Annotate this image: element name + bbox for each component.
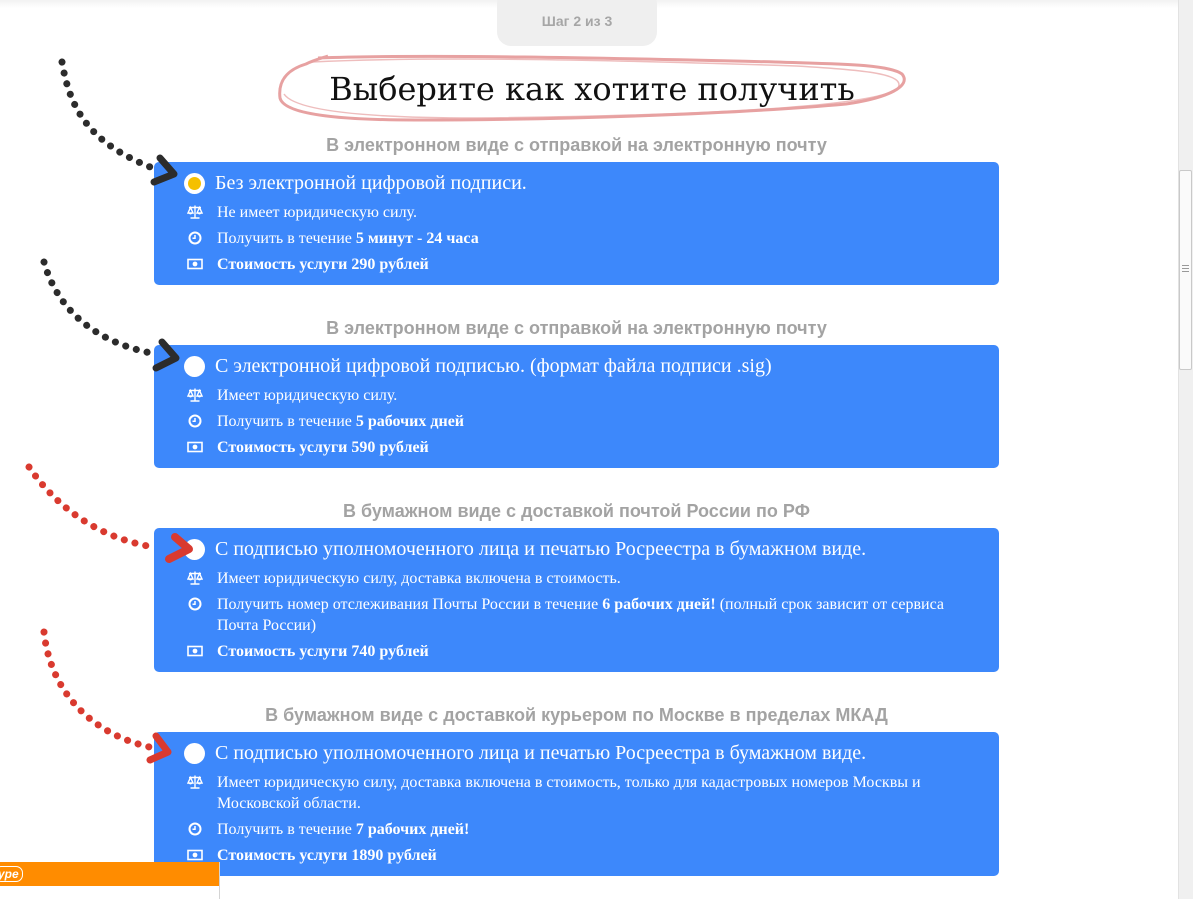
option-header: С электронной цифровой подписью. (формат… — [184, 355, 772, 378]
option-card-email-no-signature[interactable]: Без электронной цифровой подписи. Не име… — [154, 162, 999, 285]
section-heading-paper-post: В бумажном виде с доставкой почтой Росси… — [343, 501, 810, 521]
legal-text: Имеет юридическую силу. — [217, 387, 398, 404]
term-row: Получить в течение 5 рабочих дней — [187, 411, 977, 432]
scrollbar-thumb[interactable] — [1179, 170, 1192, 370]
legal-text: Имеет юридическую силу, доставка включен… — [217, 570, 621, 587]
term-prefix: Получить в течение — [217, 230, 356, 247]
scrollbar-grip-line — [1182, 265, 1189, 266]
radio-selected-dot — [188, 177, 201, 190]
term-prefix: Получить номер отслеживания Почты России… — [217, 596, 603, 613]
term-text: Получить в течение 5 минут - 24 часа — [217, 228, 977, 249]
term-text: Получить в течение 7 рабочих дней! — [217, 819, 977, 840]
clock-icon — [188, 597, 202, 611]
money-icon — [187, 849, 203, 861]
money-icon — [187, 441, 203, 453]
page-title: Выберите как хотите получить — [329, 70, 855, 108]
chat-widget-body — [0, 886, 219, 899]
clock-icon — [188, 414, 202, 428]
scrollbar-grip-line — [1182, 271, 1189, 272]
term-row: Получить в течение 7 рабочих дней! — [187, 819, 977, 840]
term-bold: 5 минут - 24 часа — [355, 230, 479, 247]
option-card-paper-courier[interactable]: С подписью уполномоченного лица и печать… — [154, 732, 999, 876]
price-text: Стоимость услуги 290 рублей — [217, 256, 429, 273]
section-heading-email-with-signature: В электронном виде с отправкой на электр… — [326, 318, 827, 338]
price-row: Стоимость услуги 740 рублей — [187, 641, 977, 662]
radio-button[interactable] — [184, 356, 205, 377]
option-label: С подписью уполномоченного лица и печать… — [215, 538, 867, 560]
chat-brand-logo: ype — [0, 866, 23, 882]
chat-widget[interactable]: ype — [0, 862, 220, 899]
legal-row: Имеет юридическую силу, доставка включен… — [187, 568, 977, 589]
chat-widget-header[interactable]: ype — [0, 862, 219, 886]
clock-icon — [188, 231, 202, 245]
clock-icon — [188, 822, 202, 836]
money-icon — [187, 258, 203, 270]
term-bold: 7 рабочих дней! — [355, 821, 470, 838]
scales-icon — [187, 205, 203, 219]
price-row: Стоимость услуги 1890 рублей — [187, 845, 977, 866]
term-bold: 5 рабочих дней — [355, 413, 465, 430]
term-bold: 6 рабочих дней! — [602, 596, 716, 613]
price-row: Стоимость услуги 590 рублей — [187, 437, 977, 458]
term-prefix: Получить в течение — [217, 821, 356, 838]
scales-icon — [187, 571, 203, 585]
scrollbar-grip-line — [1182, 268, 1189, 269]
step-indicator: Шаг 2 из 3 — [497, 0, 657, 46]
price-text: Стоимость услуги 1890 рублей — [217, 847, 437, 864]
money-icon — [187, 645, 203, 657]
option-card-paper-post[interactable]: С подписью уполномоченного лица и печать… — [154, 528, 999, 672]
section-heading-email-no-signature: В электронном виде с отправкой на электр… — [326, 135, 827, 155]
term-text: Получить номер отслеживания Почты России… — [217, 594, 962, 636]
scales-icon — [187, 775, 203, 789]
option-card-email-with-signature[interactable]: С электронной цифровой подписью. (формат… — [154, 345, 999, 468]
radio-button[interactable] — [184, 743, 205, 764]
option-label: Без электронной цифровой подписи. — [215, 172, 527, 194]
radio-button[interactable] — [184, 539, 205, 560]
legal-text: Не имеет юридическую силу. — [217, 204, 417, 221]
section-heading-paper-courier: В бумажном виде с доставкой курьером по … — [265, 705, 888, 725]
legal-row: Имеет юридическую силу. — [187, 385, 977, 406]
term-row: Получить номер отслеживания Почты России… — [187, 594, 962, 636]
price-text: Стоимость услуги 740 рублей — [217, 643, 429, 660]
radio-button[interactable] — [184, 173, 205, 194]
step-indicator-text: Шаг 2 из 3 — [541, 13, 613, 29]
option-header: С подписью уполномоченного лица и печать… — [184, 538, 866, 561]
term-row: Получить в течение 5 минут - 24 часа — [187, 228, 977, 249]
option-label: С подписью уполномоченного лица и печать… — [215, 742, 867, 764]
option-label: С электронной цифровой подписью. (формат… — [215, 355, 772, 377]
scales-icon — [187, 388, 203, 402]
legal-text: Имеет юридическую силу, доставка включен… — [217, 774, 921, 812]
legal-row: Имеет юридическую силу, доставка включен… — [187, 772, 962, 814]
vertical-scrollbar[interactable] — [1178, 0, 1193, 899]
term-text: Получить в течение 5 рабочих дней — [217, 411, 977, 432]
term-prefix: Получить в течение — [217, 413, 356, 430]
price-text: Стоимость услуги 590 рублей — [217, 439, 429, 456]
legal-row: Не имеет юридическую силу. — [187, 202, 977, 223]
price-row: Стоимость услуги 290 рублей — [187, 254, 977, 275]
option-header: С подписью уполномоченного лица и печать… — [184, 742, 866, 765]
option-header: Без электронной цифровой подписи. — [184, 172, 527, 195]
